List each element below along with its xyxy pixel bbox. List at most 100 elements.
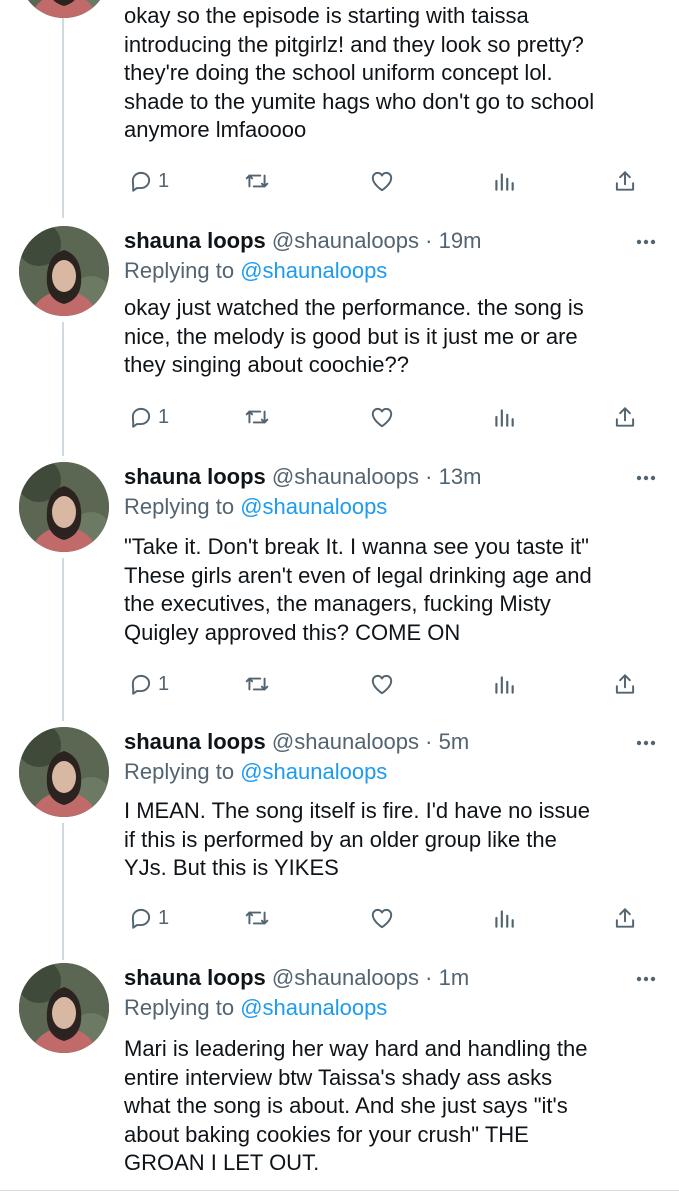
like-button[interactable] (369, 903, 395, 933)
user-handle[interactable]: @shaunaloops (272, 965, 419, 990)
share-icon (615, 171, 635, 191)
timestamp[interactable]: · 1m (425, 965, 469, 990)
views-button[interactable] (491, 166, 517, 196)
share-icon (615, 407, 635, 427)
tweet-header: shauna loops @shaunaloops · 1m (124, 963, 469, 993)
tweet-header: shauna loops @shaunaloops · 5m (124, 727, 469, 757)
retweet-button[interactable] (244, 669, 270, 699)
views-button[interactable] (491, 903, 517, 933)
views-icon (495, 173, 514, 191)
mention-link[interactable]: @shaunaloops (240, 759, 387, 784)
views-button[interactable] (491, 402, 517, 432)
like-icon (371, 674, 393, 695)
retweet-button[interactable] (244, 166, 270, 196)
tweet[interactable]: okay so the episode is starting with tai… (0, 0, 679, 220)
like-icon (371, 407, 393, 428)
more-icon (636, 475, 656, 481)
action-bar: 1 (0, 669, 679, 699)
retweet-button[interactable] (244, 903, 270, 933)
display-name[interactable]: shauna loops (124, 464, 266, 489)
avatar[interactable] (19, 0, 109, 18)
replying-to: Replying to @shaunaloops (124, 256, 387, 286)
mention-link[interactable]: @shaunaloops (240, 494, 387, 519)
like-button[interactable] (369, 166, 395, 196)
body-line: about baking cookies for your crush" THE (124, 1121, 529, 1147)
body-line: anymore lmfaoooo (124, 117, 307, 142)
retweet-button[interactable] (244, 402, 270, 432)
like-button[interactable] (369, 402, 395, 432)
mention-link[interactable]: @shaunaloops (240, 995, 387, 1020)
more-button[interactable] (635, 468, 657, 488)
views-icon (495, 409, 514, 427)
action-bar: 1 (0, 903, 679, 933)
body-line: shade to the yumite hags who don't go to… (124, 88, 595, 114)
more-icon (636, 239, 656, 245)
body-line: okay just watched the performance. the s… (124, 295, 584, 320)
reply-button[interactable]: 1 (128, 669, 169, 699)
body-line: they're doing the school uniform concept… (124, 60, 553, 85)
tweet[interactable]: shauna loops @shaunaloops · 13m Replying… (0, 462, 679, 722)
body-line: "Take it. Don't break It. I wanna see yo… (124, 534, 589, 559)
share-button[interactable] (612, 669, 638, 699)
replying-prefix: Replying to (124, 494, 235, 519)
reply-count: 1 (158, 405, 170, 428)
reply-button[interactable]: 1 (128, 402, 169, 432)
timestamp[interactable]: · 13m (425, 464, 481, 489)
display-name[interactable]: shauna loops (124, 729, 266, 754)
share-button[interactable] (612, 166, 638, 196)
tweet-body: "Take it. Don't break It. I wanna see yo… (124, 533, 659, 647)
tweet[interactable]: shauna loops @shaunaloops · 19m Replying… (0, 226, 679, 456)
body-line: YJs. But this is YIKES (124, 855, 339, 880)
user-handle[interactable]: @shaunaloops (272, 464, 419, 489)
replying-prefix: Replying to (124, 759, 235, 784)
reply-button[interactable]: 1 (128, 166, 169, 196)
reply-button[interactable]: 1 (128, 903, 169, 933)
body-line: Mari is leadering her way hard and handl… (124, 1036, 588, 1061)
body-line: the executives, the managers, fucking Mi… (124, 591, 551, 616)
share-icon (615, 674, 635, 694)
reply-count: 1 (158, 672, 170, 695)
replying-to: Replying to @shaunaloops (124, 993, 387, 1023)
display-name[interactable]: shauna loops (124, 228, 266, 253)
retweet-icon (245, 911, 269, 925)
share-button[interactable] (612, 903, 638, 933)
avatar[interactable] (19, 963, 109, 1053)
avatar[interactable] (19, 462, 109, 552)
body-line: introducing the pitgirlz! and they look … (124, 31, 584, 57)
share-icon (615, 908, 635, 928)
timestamp[interactable]: · 19m (425, 228, 481, 253)
mention-link[interactable]: @shaunaloops (240, 258, 387, 283)
body-line: if this is performed by an older group l… (124, 826, 557, 852)
views-button[interactable] (491, 669, 517, 699)
timestamp[interactable]: · 5m (425, 729, 469, 754)
more-button[interactable] (635, 232, 657, 252)
user-handle[interactable]: @shaunaloops (272, 228, 419, 253)
action-bar: 1 (0, 166, 679, 196)
avatar[interactable] (19, 727, 109, 817)
tweet-body: Mari is leadering her way hard and handl… (124, 1035, 659, 1178)
user-handle[interactable]: @shaunaloops (272, 729, 419, 754)
reply-icon (131, 407, 151, 428)
tweet[interactable]: shauna loops @shaunaloops · 5m Replying … (0, 727, 679, 957)
replying-to: Replying to @shaunaloops (124, 757, 387, 787)
body-line: GROAN I LET OUT. (124, 1150, 320, 1175)
avatar[interactable] (19, 226, 109, 316)
divider (0, 1190, 679, 1191)
more-button[interactable] (635, 733, 657, 753)
reply-icon (131, 674, 151, 695)
body-line: what the song is about. And she just say… (124, 1093, 568, 1118)
retweet-icon (245, 410, 269, 424)
like-icon (371, 908, 393, 929)
body-line: nice, the melody is good but is it just … (124, 323, 578, 349)
tweet-header: shauna loops @shaunaloops · 19m (124, 226, 481, 256)
display-name[interactable]: shauna loops (124, 965, 266, 990)
share-button[interactable] (612, 402, 638, 432)
replying-prefix: Replying to (124, 995, 235, 1020)
tweet-body: okay just watched the performance. the s… (124, 294, 659, 380)
tweet[interactable]: shauna loops @shaunaloops · 1m Replying … (0, 963, 679, 1190)
more-button[interactable] (635, 969, 657, 989)
tweet-header: shauna loops @shaunaloops · 13m (124, 462, 481, 492)
body-line: okay so the episode is starting with tai… (124, 3, 529, 28)
more-icon (636, 976, 656, 982)
like-button[interactable] (369, 669, 395, 699)
